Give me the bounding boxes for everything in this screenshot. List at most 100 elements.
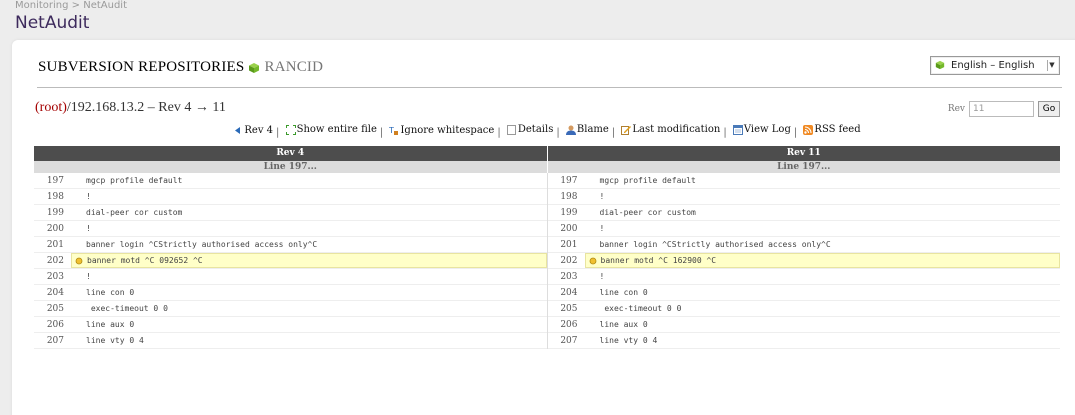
rev-jump: Rev Go	[948, 101, 1060, 117]
line-number: 199	[560, 207, 578, 218]
line-number: 197	[560, 175, 578, 186]
cube-icon	[248, 62, 260, 74]
code-line: !	[71, 189, 547, 204]
table-row: 201 banner login ^CStrictly authorised ac…	[547, 237, 1061, 253]
modified-marker-icon	[589, 257, 597, 265]
text-icon: T	[388, 126, 399, 135]
code-line: line vty 0 4	[585, 333, 1061, 348]
code-text: line aux 0	[86, 320, 135, 329]
breadcrumb: Monitoring > NetAudit	[15, 0, 127, 11]
line-number: 198	[560, 191, 578, 202]
ignore-whitespace-link[interactable]: T Ignore whitespace	[388, 125, 494, 136]
line-number: 206	[560, 319, 578, 330]
table-row: 206 line aux 0	[547, 317, 1061, 333]
code-text: !	[86, 192, 91, 201]
code-text: line vty 0 4	[86, 336, 144, 345]
table-row: 201 banner login ^CStrictly authorised ac…	[34, 237, 547, 253]
table-row: 199 dial-peer cor custom	[547, 205, 1061, 221]
diff-subheader: Line 197... Line 197...	[34, 161, 1060, 173]
code-text: mgcp profile default	[599, 176, 696, 185]
code-text: banner motd ^C 162900 ^C	[600, 256, 717, 265]
path-rest: /192.168.13.2 – Rev 4 → 11	[66, 100, 226, 115]
diff-body: 197 mgcp profile default 198! 199 dial-peer …	[34, 173, 1060, 349]
code-line: banner login ^CStrictly authorised acces…	[585, 237, 1061, 252]
table-row: 207 line vty 0 4	[547, 333, 1061, 349]
table-row: 198!	[34, 189, 547, 205]
code-line: line vty 0 4	[71, 333, 547, 348]
line-number: 202	[560, 255, 578, 266]
line-number: 199	[46, 207, 64, 218]
code-text: exec-timeout 0 0	[599, 304, 682, 313]
code-line: !	[71, 221, 547, 236]
rev-input[interactable]	[969, 101, 1034, 117]
code-text: dial-peer cor custom	[86, 208, 183, 217]
code-text: exec-timeout 0 0	[86, 304, 168, 313]
code-text: !	[599, 192, 605, 201]
code-line: mgcp profile default	[71, 173, 547, 188]
table-row: 197 mgcp profile default	[547, 173, 1061, 189]
go-button[interactable]: Go	[1038, 101, 1060, 117]
table-row: 204 line con 0	[547, 285, 1061, 301]
code-text: line vty 0 4	[599, 336, 658, 345]
table-row: 203!	[547, 269, 1061, 285]
code-text: line aux 0	[599, 320, 648, 329]
path-root-link[interactable]: (root)	[35, 100, 67, 115]
rss-feed-link[interactable]: RSS feed	[803, 124, 861, 135]
line-number: 198	[46, 191, 64, 202]
expand-icon	[285, 125, 296, 135]
code-text: banner login ^CStrictly authorised acces…	[599, 240, 831, 249]
edit-icon	[621, 125, 632, 135]
table-row: 199 dial-peer cor custom	[34, 205, 547, 221]
action-links: Rev 4 | Show entire file | T Ignore whit…	[12, 124, 1075, 138]
code-text: !	[599, 272, 605, 281]
code-line: banner login ^CStrictly authorised acces…	[71, 237, 547, 252]
code-line: !	[585, 189, 1061, 204]
cube-icon	[935, 60, 947, 72]
table-row: 197 mgcp profile default	[34, 173, 547, 189]
code-text: banner motd ^C 092652 ^C	[87, 256, 203, 265]
line-number: 200	[46, 223, 64, 234]
code-line: line con 0	[585, 285, 1061, 300]
code-text: dial-peer cor custom	[599, 208, 696, 217]
blame-link[interactable]: Blame	[565, 124, 609, 135]
modified-marker-icon	[75, 257, 83, 265]
last-modification-link[interactable]: Last modification	[621, 124, 720, 135]
main-panel: SUBVERSION REPOSITORIES RANCID English –…	[12, 40, 1075, 415]
line-number: 205	[46, 303, 64, 314]
show-entire-file-link[interactable]: Show entire file	[285, 124, 377, 135]
view-log-link[interactable]: View Log	[732, 124, 791, 135]
language-select[interactable]: English – English ▼	[930, 56, 1060, 75]
left-line-start: Line 197...	[34, 161, 548, 173]
code-text: !	[86, 272, 91, 281]
code-line: !	[71, 269, 547, 284]
code-text: !	[86, 224, 91, 233]
language-selected: English – English	[951, 60, 1035, 71]
user-icon	[565, 125, 576, 135]
calendar-icon	[732, 125, 743, 135]
chevron-down-icon[interactable]: ▼	[1047, 60, 1056, 71]
table-row: 206 line aux 0	[34, 317, 547, 333]
code-line: mgcp profile default	[585, 173, 1061, 188]
code-line: dial-peer cor custom	[585, 205, 1061, 220]
code-text: line con 0	[86, 288, 135, 297]
right-diff-column: 197 mgcp profile default 198! 199 dial-peer …	[547, 173, 1061, 349]
code-line: line aux 0	[585, 317, 1061, 332]
table-row: 204 line con 0	[34, 285, 547, 301]
code-text: banner login ^CStrictly authorised acces…	[86, 240, 318, 249]
file-path: (root)/192.168.13.2 – Rev 4 → 11	[35, 100, 226, 116]
line-number: 201	[560, 239, 578, 250]
code-line: !	[585, 269, 1061, 284]
right-rev-header: Rev 11	[786, 148, 821, 158]
line-number: 197	[46, 175, 64, 186]
right-line-start: Line 197...	[777, 162, 831, 172]
details-link[interactable]: Details	[506, 124, 553, 135]
code-line: line con 0	[71, 285, 547, 300]
prev-rev-link[interactable]: Rev 4	[233, 125, 273, 136]
svg-text:T: T	[389, 126, 394, 135]
code-line: line aux 0	[71, 317, 547, 332]
repo-name: RANCID	[264, 59, 324, 75]
line-number: 201	[46, 239, 64, 250]
line-number: 206	[46, 319, 64, 330]
table-row: 207 line vty 0 4	[34, 333, 547, 349]
changed-row: 202 banner motd ^C 092652 ^C	[34, 253, 547, 269]
